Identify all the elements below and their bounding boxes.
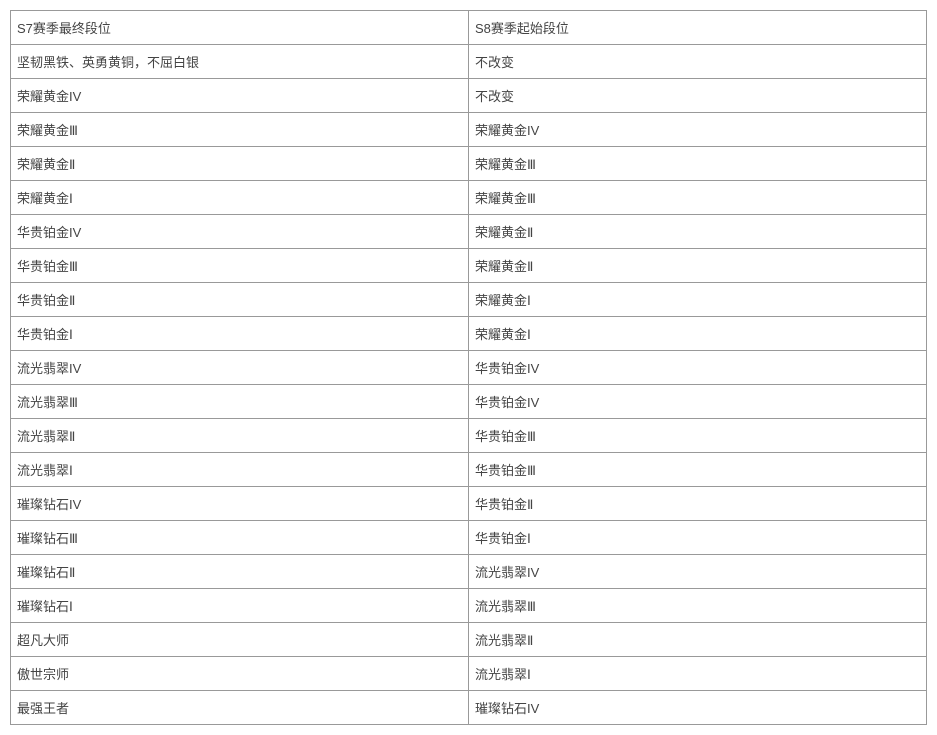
cell-col2: 不改变: [469, 79, 927, 113]
table-body: S7赛季最终段位 S8赛季起始段位 坚韧黑铁、英勇黄铜，不屈白银不改变荣耀黄金I…: [11, 11, 927, 725]
cell-col1: 荣耀黄金Ⅱ: [11, 147, 469, 181]
cell-col1: 璀璨钻石Ⅱ: [11, 555, 469, 589]
table-row: 华贵铂金Ⅱ荣耀黄金Ⅰ: [11, 283, 927, 317]
cell-col2: 流光翡翠Ⅰ: [469, 657, 927, 691]
header-col2: S8赛季起始段位: [469, 11, 927, 45]
table-row: 傲世宗师流光翡翠Ⅰ: [11, 657, 927, 691]
table-row: 流光翡翠IV华贵铂金IV: [11, 351, 927, 385]
table-row: 华贵铂金Ⅰ荣耀黄金Ⅰ: [11, 317, 927, 351]
cell-col1: 流光翡翠Ⅲ: [11, 385, 469, 419]
cell-col1: 璀璨钻石IV: [11, 487, 469, 521]
cell-col1: 璀璨钻石Ⅰ: [11, 589, 469, 623]
cell-col2: 华贵铂金Ⅲ: [469, 419, 927, 453]
cell-col2: 华贵铂金Ⅱ: [469, 487, 927, 521]
table-row: 华贵铂金Ⅲ荣耀黄金Ⅱ: [11, 249, 927, 283]
cell-col2: 荣耀黄金Ⅲ: [469, 181, 927, 215]
table-row: 流光翡翠Ⅲ华贵铂金IV: [11, 385, 927, 419]
cell-col1: 傲世宗师: [11, 657, 469, 691]
table-row: 璀璨钻石IV华贵铂金Ⅱ: [11, 487, 927, 521]
cell-col1: 超凡大师: [11, 623, 469, 657]
cell-col2: 璀璨钻石IV: [469, 691, 927, 725]
cell-col2: 华贵铂金Ⅰ: [469, 521, 927, 555]
table-row: 荣耀黄金Ⅱ荣耀黄金Ⅲ: [11, 147, 927, 181]
cell-col1: 荣耀黄金IV: [11, 79, 469, 113]
cell-col2: 华贵铂金IV: [469, 385, 927, 419]
table-row: 璀璨钻石Ⅱ流光翡翠IV: [11, 555, 927, 589]
cell-col2: 不改变: [469, 45, 927, 79]
cell-col1: 流光翡翠IV: [11, 351, 469, 385]
table-row: 坚韧黑铁、英勇黄铜，不屈白银不改变: [11, 45, 927, 79]
table-row: 华贵铂金IV荣耀黄金Ⅱ: [11, 215, 927, 249]
cell-col2: 华贵铂金IV: [469, 351, 927, 385]
table-row: 流光翡翠Ⅰ华贵铂金Ⅲ: [11, 453, 927, 487]
header-col1: S7赛季最终段位: [11, 11, 469, 45]
cell-col1: 流光翡翠Ⅰ: [11, 453, 469, 487]
cell-col1: 荣耀黄金Ⅲ: [11, 113, 469, 147]
cell-col2: 荣耀黄金Ⅲ: [469, 147, 927, 181]
cell-col2: 华贵铂金Ⅲ: [469, 453, 927, 487]
cell-col1: 华贵铂金IV: [11, 215, 469, 249]
cell-col2: 荣耀黄金Ⅰ: [469, 283, 927, 317]
cell-col1: 华贵铂金Ⅰ: [11, 317, 469, 351]
cell-col1: 璀璨钻石Ⅲ: [11, 521, 469, 555]
cell-col2: 流光翡翠Ⅲ: [469, 589, 927, 623]
cell-col2: 流光翡翠IV: [469, 555, 927, 589]
table-row: 超凡大师流光翡翠Ⅱ: [11, 623, 927, 657]
table-header-row: S7赛季最终段位 S8赛季起始段位: [11, 11, 927, 45]
cell-col1: 最强王者: [11, 691, 469, 725]
table-row: 璀璨钻石Ⅰ流光翡翠Ⅲ: [11, 589, 927, 623]
table-row: 荣耀黄金IV不改变: [11, 79, 927, 113]
table-row: 流光翡翠Ⅱ华贵铂金Ⅲ: [11, 419, 927, 453]
table-row: 荣耀黄金Ⅰ荣耀黄金Ⅲ: [11, 181, 927, 215]
cell-col2: 荣耀黄金Ⅱ: [469, 215, 927, 249]
cell-col1: 坚韧黑铁、英勇黄铜，不屈白银: [11, 45, 469, 79]
cell-col1: 华贵铂金Ⅲ: [11, 249, 469, 283]
cell-col2: 流光翡翠Ⅱ: [469, 623, 927, 657]
table-row: 最强王者璀璨钻石IV: [11, 691, 927, 725]
rank-table: S7赛季最终段位 S8赛季起始段位 坚韧黑铁、英勇黄铜，不屈白银不改变荣耀黄金I…: [10, 10, 927, 725]
cell-col1: 华贵铂金Ⅱ: [11, 283, 469, 317]
cell-col1: 流光翡翠Ⅱ: [11, 419, 469, 453]
table-row: 璀璨钻石Ⅲ华贵铂金Ⅰ: [11, 521, 927, 555]
cell-col2: 荣耀黄金Ⅱ: [469, 249, 927, 283]
cell-col2: 荣耀黄金IV: [469, 113, 927, 147]
cell-col1: 荣耀黄金Ⅰ: [11, 181, 469, 215]
cell-col2: 荣耀黄金Ⅰ: [469, 317, 927, 351]
table-row: 荣耀黄金Ⅲ荣耀黄金IV: [11, 113, 927, 147]
